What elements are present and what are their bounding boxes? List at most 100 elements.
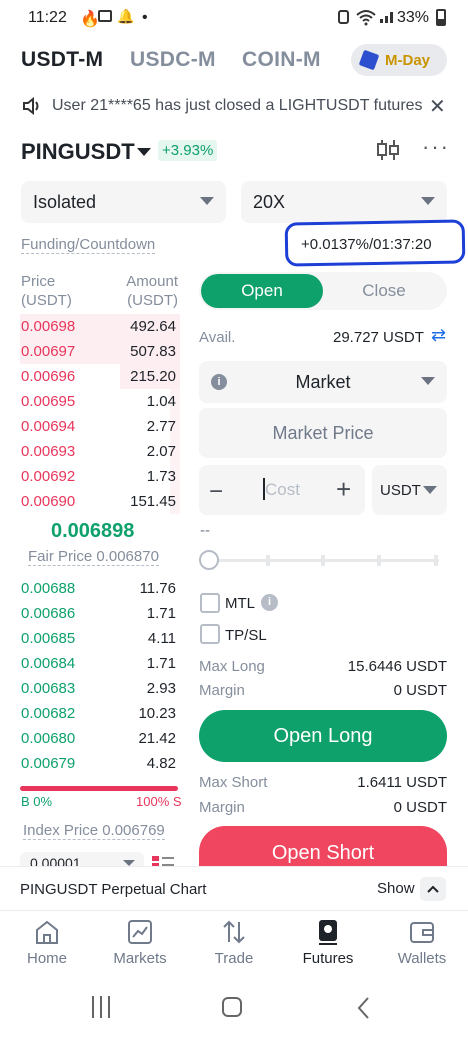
tpsl-label: TP/SL <box>225 627 267 644</box>
leverage-select[interactable]: 20X <box>241 181 447 223</box>
home-nav-icon[interactable] <box>222 997 242 1017</box>
bid-price: 0.00684 <box>21 655 76 672</box>
index-price[interactable]: Index Price 0.006769 <box>23 822 165 840</box>
ask-amount: 2.77 <box>146 418 176 435</box>
amount-header-label: Amount <box>126 273 178 290</box>
alarm-icon <box>338 10 349 24</box>
ask-row[interactable]: 0.00695 1.04 <box>20 389 178 414</box>
bid-price: 0.00686 <box>21 605 76 622</box>
bid-row[interactable]: 0.00683 2.93 <box>20 676 178 701</box>
bid-price: 0.00680 <box>21 730 76 747</box>
bid-price: 0.00688 <box>21 580 76 597</box>
ask-amount: 215.20 <box>130 368 176 385</box>
chart-show-label[interactable]: Show <box>377 880 415 897</box>
transfer-icon[interactable]: ⇄ <box>431 325 446 346</box>
bid-row[interactable]: 0.00682 10.23 <box>20 701 178 726</box>
margin-mode-select[interactable]: Isolated <box>21 181 226 223</box>
bid-row[interactable]: 0.00686 1.71 <box>20 601 178 626</box>
status-time: 11:22 <box>28 9 67 26</box>
margin-mode-value: Isolated <box>33 191 97 212</box>
info-icon[interactable]: i <box>211 374 227 390</box>
chart-bar-label: PINGUSDT Perpetual Chart <box>20 881 207 898</box>
tab-coin-m[interactable]: COIN-M <box>242 48 321 72</box>
speaker-icon <box>23 97 39 115</box>
candlestick-chart-icon[interactable] <box>375 138 401 162</box>
ask-row[interactable]: 0.00692 1.73 <box>20 464 178 489</box>
slider-handle[interactable] <box>199 550 219 570</box>
ask-row[interactable]: 0.00694 2.77 <box>20 414 178 439</box>
wallet-icon <box>410 922 434 943</box>
nav-futures[interactable]: Futures <box>288 918 368 967</box>
bid-amount: 11.76 <box>139 580 176 597</box>
cost-unit-select[interactable]: USDT <box>372 465 447 515</box>
amount-slider[interactable] <box>199 549 447 571</box>
chevron-up-icon[interactable] <box>420 877 446 901</box>
back-icon[interactable] <box>356 996 370 1020</box>
tab-close[interactable]: Close <box>323 274 445 308</box>
margin-short-label: Margin <box>199 799 245 816</box>
bid-amount: 10.23 <box>138 705 176 722</box>
nav-wallets[interactable]: Wallets <box>382 918 462 967</box>
bid-row[interactable]: 0.00679 4.82 <box>20 751 178 776</box>
system-nav-bar <box>0 980 468 1040</box>
tab-open[interactable]: Open <box>201 274 323 308</box>
amount-header-unit: (USDT) <box>127 292 178 309</box>
ask-row[interactable]: 0.00696 215.20 <box>20 364 178 389</box>
last-price: 0.006898 <box>51 520 135 542</box>
order-type-value: Market <box>295 371 351 392</box>
battery-percent: 33% <box>397 9 430 26</box>
tab-usdt-m[interactable]: USDT-M <box>21 48 103 72</box>
open-short-button[interactable]: Open Short <box>199 826 447 868</box>
pair-symbol[interactable]: PINGUSDT <box>21 139 135 165</box>
close-icon[interactable]: ✕ <box>429 94 446 119</box>
bid-row[interactable]: 0.00680 21.42 <box>20 726 178 751</box>
open-close-toggle: Open Close <box>199 272 447 310</box>
chart-bar[interactable]: PINGUSDT Perpetual Chart Show <box>0 866 468 910</box>
nav-trade[interactable]: Trade <box>194 918 274 967</box>
max-long-label: Max Long <box>199 658 265 675</box>
announcement-bar[interactable]: User 21****65 has just closed a LIGHTUSD… <box>0 92 468 120</box>
ask-row[interactable]: 0.00690 151.45 <box>20 489 178 514</box>
open-long-button[interactable]: Open Long <box>199 710 447 762</box>
tpsl-checkbox[interactable] <box>200 624 220 644</box>
ask-price: 0.00690 <box>21 493 76 510</box>
funding-countdown-label[interactable]: Funding/Countdown <box>21 236 156 254</box>
fair-price[interactable]: Fair Price 0.006870 <box>28 548 159 566</box>
chevron-down-icon <box>421 377 435 385</box>
ask-row[interactable]: 0.00693 2.07 <box>20 439 178 464</box>
image-notification-icon <box>98 10 112 22</box>
nav-markets-label: Markets <box>113 950 167 967</box>
nav-markets[interactable]: Markets <box>100 918 180 967</box>
bid-amount: 4.82 <box>146 755 176 772</box>
order-type-select[interactable]: i Market <box>199 361 447 403</box>
margin-long-value: 0 USDT <box>393 682 447 699</box>
max-long-value: 15.6446 USDT <box>347 658 447 675</box>
bid-row[interactable]: 0.00684 1.71 <box>20 651 178 676</box>
sell-ratio: 100% S <box>136 794 182 809</box>
amount-column-header: Amount (USDT) <box>100 272 178 310</box>
nav-home[interactable]: Home <box>7 918 87 967</box>
tab-usdc-m[interactable]: USDC-M <box>130 48 216 72</box>
nav-futures-label: Futures <box>302 950 354 967</box>
bid-row[interactable]: 0.00688 11.76 <box>20 576 178 601</box>
price-header-label: Price <box>21 273 56 290</box>
plus-button[interactable]: + <box>336 474 351 505</box>
chevron-down-icon <box>423 486 437 494</box>
ask-price: 0.00697 <box>21 343 76 360</box>
nav-wallets-label: Wallets <box>397 950 447 967</box>
mtl-info-icon[interactable]: i <box>261 594 278 611</box>
home-icon <box>36 920 58 944</box>
minus-button[interactable]: − <box>209 478 223 506</box>
ask-row[interactable]: 0.00698 492.64 <box>20 314 178 339</box>
more-options-icon[interactable]: ··· <box>422 134 450 160</box>
signal-icon <box>380 12 393 23</box>
cost-input[interactable]: Cost <box>265 480 300 500</box>
mday-button[interactable]: M-Day <box>351 44 447 76</box>
mtl-checkbox[interactable] <box>200 593 220 613</box>
recent-apps-icon[interactable] <box>92 996 110 1018</box>
ask-price: 0.00695 <box>21 393 76 410</box>
ask-row[interactable]: 0.00697 507.83 <box>20 339 178 364</box>
bid-row[interactable]: 0.00685 4.11 <box>20 626 178 651</box>
pair-dropdown-icon[interactable] <box>137 148 151 156</box>
leverage-value: 20X <box>253 191 286 212</box>
